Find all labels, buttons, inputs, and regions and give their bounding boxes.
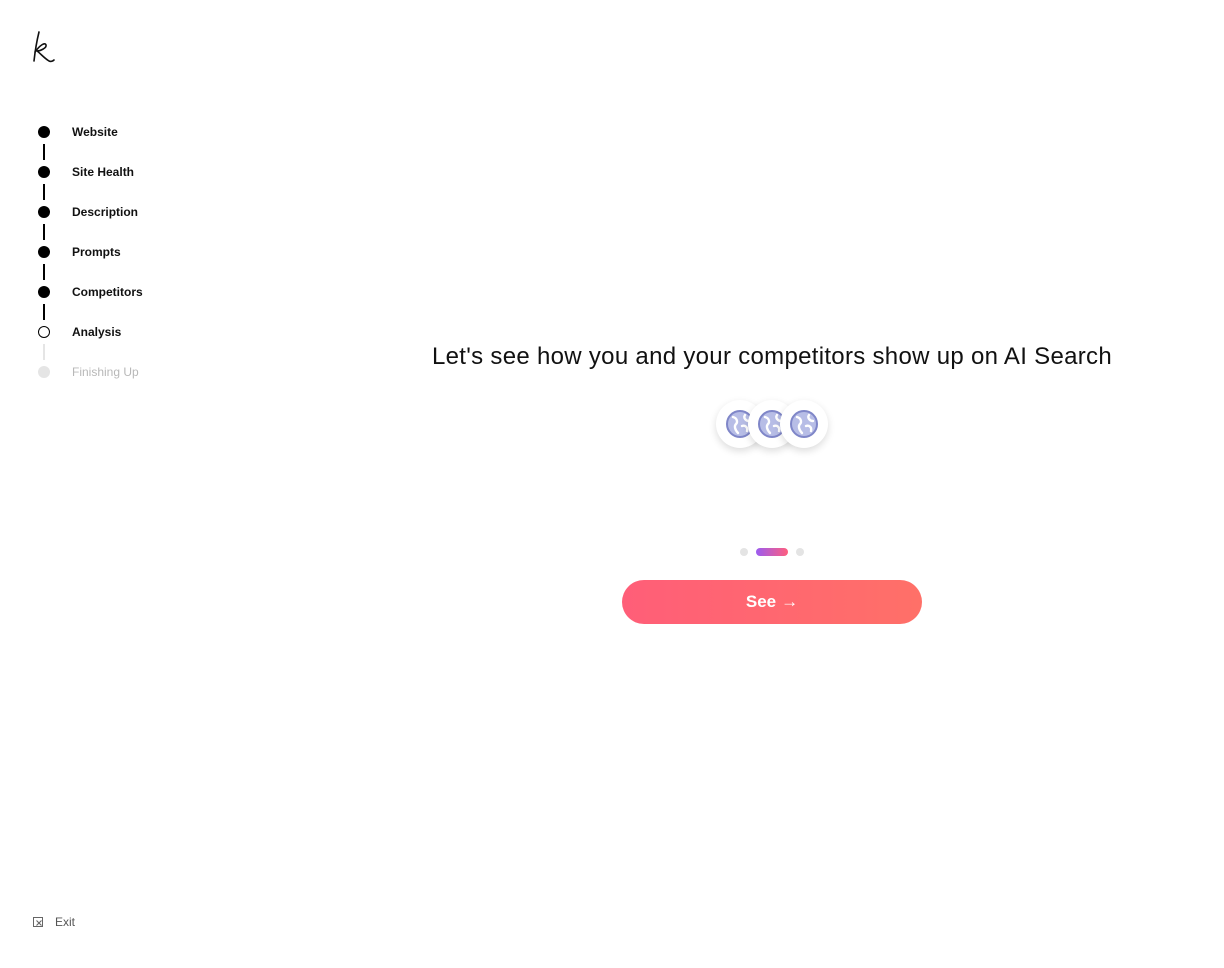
- step-label: Description: [72, 205, 139, 219]
- see-button[interactable]: See →: [622, 580, 922, 624]
- logo: [33, 31, 55, 63]
- step-current-dot: [38, 326, 50, 338]
- step-label: Competitors: [72, 285, 143, 299]
- step-label: Site Health: [72, 165, 135, 179]
- step-connector: [43, 144, 45, 160]
- arrow-right-icon: →: [781, 592, 799, 611]
- pagination-dot-active[interactable]: [756, 548, 788, 556]
- step-connector: [43, 264, 45, 280]
- step-done-dot: [38, 166, 50, 178]
- step-connector: [43, 304, 45, 320]
- step-label: Finishing Up: [72, 365, 139, 379]
- see-button-label: See: [745, 592, 777, 611]
- step-connector: [43, 344, 45, 360]
- main-content: Let's see how you and your competitors s…: [320, 0, 1224, 968]
- page-title: Let's see how you and your competitors s…: [432, 343, 1112, 370]
- close-icon: [33, 917, 43, 927]
- pagination-dot[interactable]: [740, 548, 748, 556]
- exit-button[interactable]: Exit: [33, 914, 75, 930]
- step-label: Website: [72, 125, 118, 139]
- step-done-dot: [38, 126, 50, 138]
- globe-icon-group: [716, 400, 828, 448]
- step-pending-dot: [38, 366, 50, 378]
- step-done-dot: [38, 246, 50, 258]
- sidebar: Website Site Health Description Prompts …: [0, 0, 320, 968]
- exit-label: Exit: [55, 915, 76, 929]
- step-done-dot: [38, 206, 50, 218]
- step-connector: [43, 184, 45, 200]
- step-connector: [43, 224, 45, 240]
- step-done-dot: [38, 286, 50, 298]
- step-label: Analysis: [72, 325, 122, 339]
- step-label: Prompts: [72, 245, 121, 259]
- globe-icon: [780, 400, 828, 448]
- pagination-dots: [740, 548, 806, 556]
- pagination-dot[interactable]: [796, 548, 804, 556]
